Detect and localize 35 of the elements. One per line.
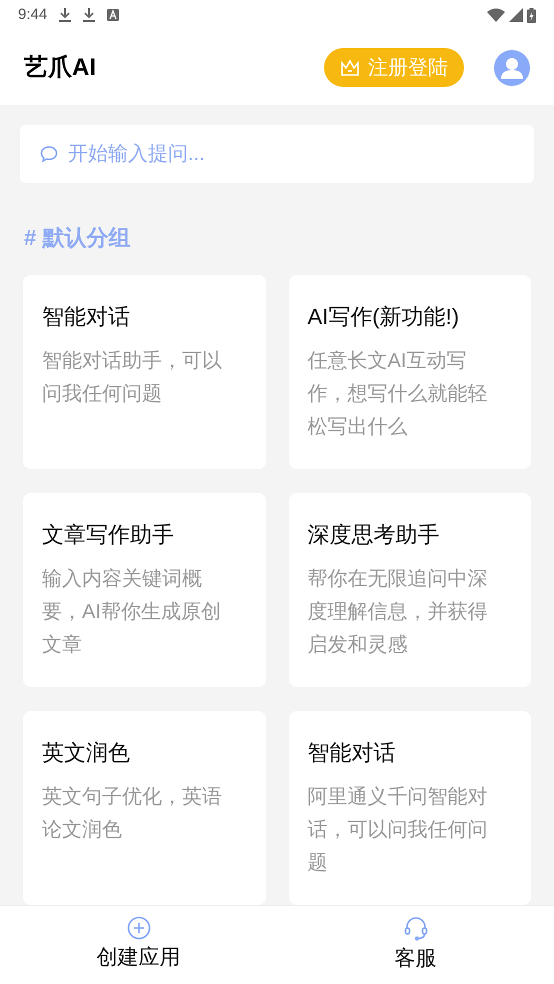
card-description: 智能对话助手，可以问我任何问题: [42, 349, 223, 407]
battery-icon: [527, 8, 536, 22]
avatar-icon[interactable]: [494, 50, 530, 86]
nav-tab[interactable]: 创建应用: [0, 906, 277, 984]
card-title: 深度思考助手: [308, 521, 440, 549]
card-title: 智能对话: [308, 739, 396, 767]
card-title: 文章写作助手: [42, 521, 175, 549]
app-card[interactable]: 深度思考助手 帮你在无限追问中深度理解信息，并获得启发和灵感: [288, 493, 531, 687]
card-title: AI写作(新功能!): [308, 303, 460, 331]
wifi-icon: [487, 8, 505, 22]
search-field[interactable]: 开始输入提问...: [20, 125, 534, 183]
card-description: 英文句子优化，英语论文润色: [42, 785, 223, 843]
card-description: 帮你在无限追问中深度理解信息，并获得启发和灵感: [308, 567, 488, 658]
card-title: 智能对话: [42, 303, 131, 331]
app-title: 艺爪AI: [24, 52, 96, 82]
download-icon: [59, 8, 72, 22]
app-card[interactable]: 智能对话 智能对话助手，可以问我任何问题: [23, 275, 266, 469]
group-heading: # 默认分组: [24, 224, 132, 252]
plus-circle-icon: [126, 916, 150, 940]
app-card[interactable]: AI写作(新功能!) 任意长文AI互动写作，想写什么就能轻松写出什么: [288, 275, 531, 469]
crown-icon: [340, 58, 360, 76]
headset-icon: [402, 915, 428, 942]
card-description: 阿里通义千问智能对话，可以问我任何问题: [308, 785, 488, 876]
app-card[interactable]: 智能对话 阿里通义千问智能对话，可以问我任何问题: [288, 711, 531, 905]
download-icon: [83, 8, 96, 22]
status-time: 9:44: [18, 4, 48, 25]
nav-tab[interactable]: 客服: [277, 906, 554, 984]
app-notification-icon: [107, 9, 120, 21]
card-title: 英文润色: [42, 739, 131, 767]
card-description: 任意长文AI互动写作，想写什么就能轻松写出什么: [308, 349, 488, 440]
card-description: 输入内容关键词概要，AI帮你生成原创文章: [42, 567, 222, 658]
app-card[interactable]: 文章写作助手 输入内容关键词概要，AI帮你生成原创文章: [23, 493, 266, 687]
app-card[interactable]: 英文润色 英文句子优化，英语论文润色: [23, 711, 266, 905]
signal-icon: [509, 8, 523, 22]
chat-bubble-icon: [40, 145, 58, 163]
